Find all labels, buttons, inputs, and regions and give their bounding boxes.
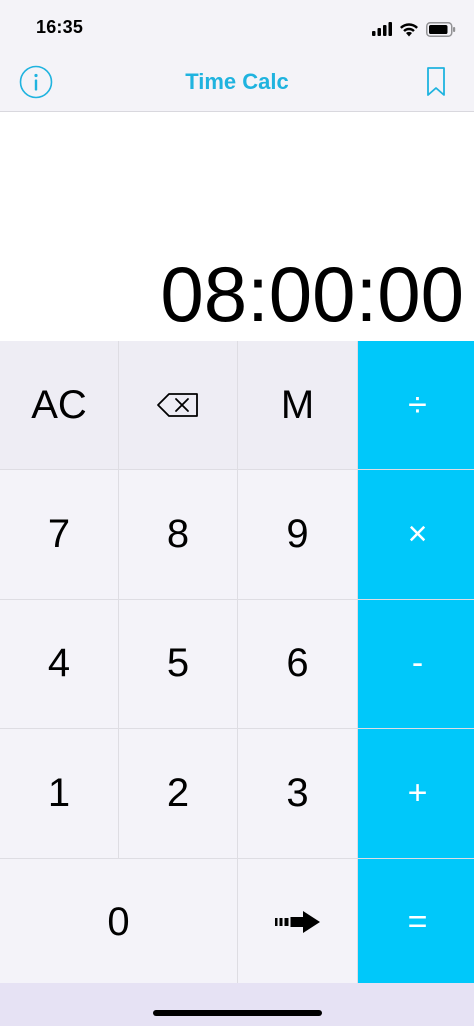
digit-3-button[interactable]: 3 [238, 729, 357, 858]
status-time: 16:35 [36, 17, 84, 37]
memory-button[interactable]: M [238, 341, 357, 470]
clear-button[interactable]: AC [0, 341, 118, 470]
equals-button[interactable]: = [358, 858, 474, 987]
digit-9-button[interactable]: 9 [238, 470, 357, 599]
digit-4-button[interactable]: 4 [0, 599, 118, 729]
home-indicator[interactable] [153, 1010, 322, 1016]
bookmark-button[interactable] [424, 66, 452, 102]
display-value: 08:00:00 [160, 250, 464, 338]
home-area [0, 983, 474, 1026]
battery-icon [426, 21, 456, 37]
convert-button[interactable] [238, 858, 357, 987]
backspace-button[interactable] [119, 341, 237, 470]
status-icons [372, 19, 456, 39]
digit-6-button[interactable]: 6 [238, 599, 357, 729]
digit-1-button[interactable]: 1 [0, 729, 118, 858]
status-bar: 16:35 [0, 0, 474, 56]
app-root: 16:35 Time Calc 08:00:00 AC M ÷ 7 8 9 × … [0, 0, 474, 1026]
digit-5-button[interactable]: 5 [119, 599, 237, 729]
digit-7-button[interactable]: 7 [0, 470, 118, 599]
result-display: 08:00:00 [0, 112, 474, 342]
wifi-icon [399, 22, 419, 37]
cellular-signal-icon [372, 22, 392, 36]
page-title: Time Calc [185, 69, 289, 94]
digit-2-button[interactable]: 2 [119, 729, 237, 858]
add-button[interactable]: + [358, 729, 474, 858]
digit-0-button[interactable]: 0 [0, 858, 237, 987]
keypad: AC M ÷ 7 8 9 × 4 5 6 - 1 2 3 + 0 = [0, 341, 474, 987]
digit-8-button[interactable]: 8 [119, 470, 237, 599]
divide-button[interactable]: ÷ [358, 341, 474, 470]
arrow-right-icon [274, 900, 322, 945]
multiply-button[interactable]: × [358, 470, 474, 599]
bookmark-icon [424, 67, 448, 102]
backspace-icon [156, 383, 200, 428]
nav-bar: Time Calc [0, 56, 474, 112]
subtract-button[interactable]: - [358, 599, 474, 729]
